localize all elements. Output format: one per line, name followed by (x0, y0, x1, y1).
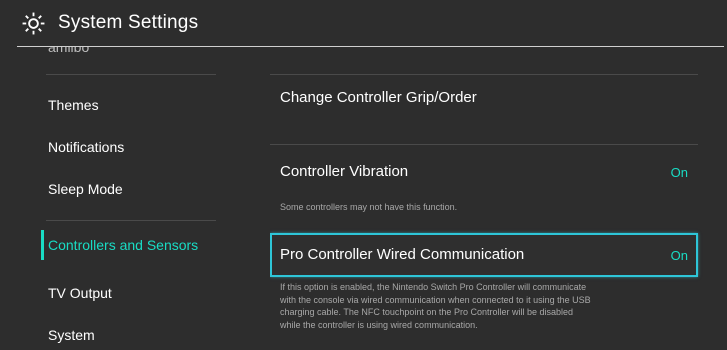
row-description-line-1: If this option is enabled, the Nintendo … (280, 282, 587, 292)
selected-indicator (41, 230, 44, 260)
system-settings-screen: System Settings amiibo Themes Notificati… (0, 0, 727, 350)
pro-controller-wired-communication-row[interactable]: Pro Controller Wired Communication On (270, 233, 698, 277)
row-label: Pro Controller Wired Communication (280, 246, 525, 263)
page-title: System Settings (58, 12, 199, 33)
sidebar: amiibo Themes Notifications Sleep Mode C… (0, 47, 230, 350)
row-description: Some controllers may not have this funct… (280, 202, 458, 212)
sidebar-divider (46, 220, 216, 221)
controller-vibration-row[interactable]: Controller Vibration On Some controllers… (270, 145, 698, 215)
status-value: On (670, 165, 688, 180)
sidebar-item-controllers-and-sensors[interactable]: Controllers and Sensors (48, 237, 198, 253)
row-label: Change Controller Grip/Order (280, 89, 477, 106)
sidebar-divider (46, 74, 216, 75)
row-description-line-4: while the controller is using wired comm… (280, 319, 478, 330)
sidebar-item-system[interactable]: System (48, 327, 95, 343)
sidebar-item-amiibo[interactable]: amiibo (48, 47, 89, 55)
status-value: On (670, 248, 688, 263)
header: System Settings (0, 0, 727, 46)
row-description-line-2: with the console via wired communication… (280, 294, 591, 305)
sidebar-item-notifications[interactable]: Notifications (48, 139, 124, 155)
row-label: Controller Vibration (280, 163, 409, 180)
row-description-line-3: charging cable. The NFC touchpoint on th… (280, 307, 573, 317)
change-controller-grip-order-row[interactable]: Change Controller Grip/Order (270, 75, 698, 125)
sidebar-item-tv-output[interactable]: TV Output (48, 285, 112, 301)
sidebar-item-sleep-mode[interactable]: Sleep Mode (48, 181, 123, 197)
settings-content: Change Controller Grip/Order Controller … (270, 47, 727, 350)
gear-icon (22, 12, 45, 35)
sidebar-item-themes[interactable]: Themes (48, 97, 99, 113)
